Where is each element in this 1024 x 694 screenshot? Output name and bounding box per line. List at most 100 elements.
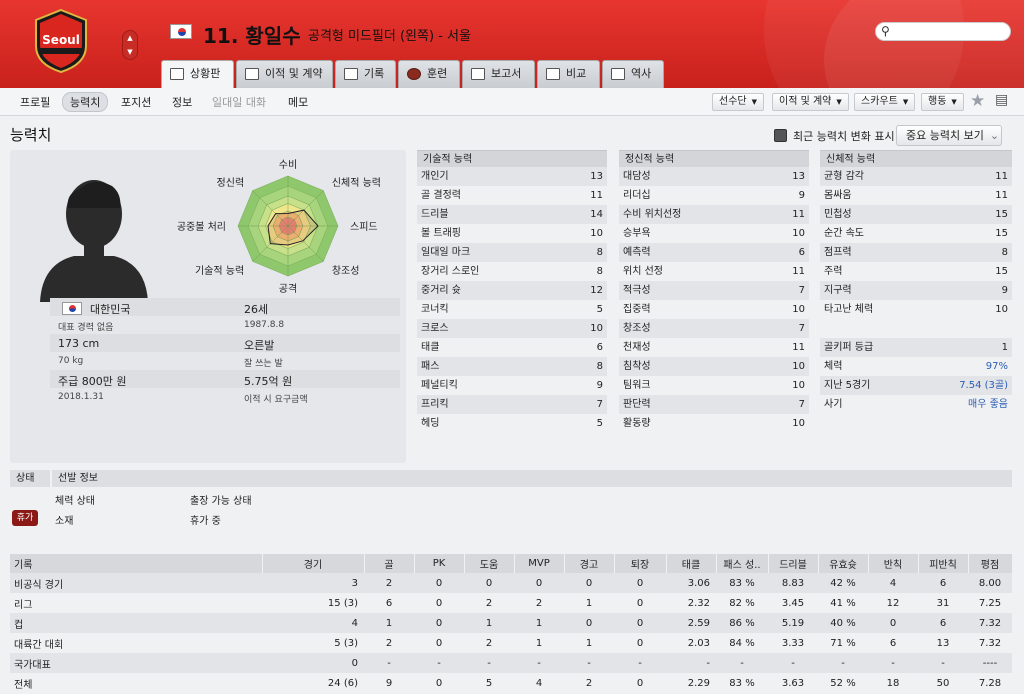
action-dropdown[interactable]: 행동 [921, 93, 964, 111]
stats-column-header[interactable]: 태클 [666, 554, 717, 573]
mental-attr-row[interactable]: 집중력 10 [619, 300, 809, 319]
star-icon[interactable]: ★ [970, 91, 985, 111]
subnav-attributes[interactable]: 능력치 [62, 92, 109, 112]
condition-info-row[interactable]: 지난 5경기 7.54 (3골) [820, 376, 1012, 395]
attribute-name: 리더십 [623, 190, 651, 201]
mental-attr-row[interactable]: 위치 선정 11 [619, 262, 809, 281]
condition-info-row[interactable]: 골키퍼 등급 1 [820, 338, 1012, 357]
search-input[interactable]: ⚲ [875, 22, 1011, 41]
technical-attr-row[interactable]: 헤딩 5 [417, 414, 607, 433]
technical-attr-row[interactable]: 볼 트래핑 10 [417, 224, 607, 243]
attribute-name: 주력 [824, 266, 843, 277]
technical-attr-row[interactable]: 프리킥 7 [417, 395, 607, 414]
mental-attr-row[interactable]: 침착성 10 [619, 357, 809, 376]
subnav-profile[interactable]: 프로필 [20, 94, 50, 110]
physical-attr-row[interactable]: 지구력 9 [820, 281, 1012, 300]
physical-attr-row[interactable]: 균형 감각 11 [820, 167, 1012, 186]
technical-attr-row[interactable]: 개인기 13 [417, 167, 607, 186]
stats-column-header[interactable]: 피반칙 [918, 554, 969, 573]
tab-training[interactable]: 훈련 [398, 60, 460, 88]
physical-attr-row[interactable]: 민첩성 15 [820, 205, 1012, 224]
stats-column-header[interactable]: 유효슛 [818, 554, 869, 573]
prev-player-icon[interactable]: ▲ [123, 31, 137, 45]
technical-attr-row[interactable]: 페널티킥 9 [417, 376, 607, 395]
table-row[interactable]: 비공식 경기 3 2 0 0 0 0 0 3.06 83 % 8.83 42 % 4 6 8.00 [10, 573, 1012, 593]
technical-attr-row[interactable]: 패스 8 [417, 357, 607, 376]
stats-column-header[interactable]: 기록 [10, 554, 263, 573]
key-attributes-button[interactable]: 중요 능력치 보기 [896, 125, 1002, 146]
stat-cell: 83 % [729, 677, 755, 689]
mental-attr-row[interactable]: 적극성 7 [619, 281, 809, 300]
technical-attr-row[interactable]: 크로스 10 [417, 319, 607, 338]
table-row[interactable]: 리그 15 (3) 6 0 2 2 1 0 2.32 82 % 3.45 41 % 12 31 7.25 [10, 593, 1012, 613]
tab-records[interactable]: 기록 [335, 60, 396, 88]
stats-column-header[interactable]: 평점 [968, 554, 1013, 573]
transfer-dropdown[interactable]: 이적 및 계약 [772, 93, 849, 111]
subnav-one-on-one[interactable]: 일대일 대화 [212, 94, 266, 110]
nationality[interactable]: 대한민국 [90, 301, 130, 317]
subnav-info[interactable]: 정보 [172, 94, 192, 110]
technical-attr-row[interactable]: 일대일 마크 8 [417, 243, 607, 262]
player-nav-arrows[interactable]: ▲ ▼ [122, 30, 138, 60]
technical-attr-row[interactable]: 중거리 슛 12 [417, 281, 607, 300]
technical-attr-row[interactable]: 골 결정력 11 [417, 186, 607, 205]
stat-cell: 12 [886, 597, 900, 609]
squad-dropdown[interactable]: 선수단 [712, 93, 764, 111]
height: 173 cm [58, 337, 100, 350]
subnav-positions[interactable]: 포지션 [121, 94, 151, 110]
condition-info-row[interactable]: 체력 97% [820, 357, 1012, 376]
physical-attr-row[interactable]: 몸싸움 11 [820, 186, 1012, 205]
club-crest-logo[interactable]: Seoul [30, 8, 92, 74]
attribute-value: 11 [792, 266, 805, 277]
stat-cell: 1 [535, 637, 543, 649]
stat-cell: 52 % [830, 677, 856, 689]
stats-column-header[interactable]: 패스 성.. [716, 554, 769, 573]
next-player-icon[interactable]: ▼ [123, 45, 137, 59]
stats-column-header[interactable]: MVP [514, 554, 565, 573]
physical-attr-row[interactable]: 점프력 8 [820, 243, 1012, 262]
stats-column-header[interactable]: 골 [364, 554, 415, 573]
subnav-notes[interactable]: 메모 [288, 94, 308, 110]
tab-reports[interactable]: 보고서 [462, 60, 535, 88]
tab-history[interactable]: 역사 [602, 60, 664, 88]
physical-attr-row[interactable]: 주력 15 [820, 262, 1012, 281]
mental-attr-row[interactable]: 팀워크 10 [619, 376, 809, 395]
stats-column-header[interactable]: 도움 [464, 554, 515, 573]
stats-column-header[interactable]: 경기 [262, 554, 365, 573]
stats-column-header[interactable]: PK [414, 554, 465, 573]
mental-attr-row[interactable]: 판단력 7 [619, 395, 809, 414]
status-badge[interactable]: 휴가 [12, 510, 38, 526]
training-icon [407, 68, 421, 80]
table-row[interactable]: 국가대표 0- - - - - - - - - - - - ---- [10, 653, 1012, 673]
condition-info-row[interactable]: 사기 매우 좋음 [820, 395, 1012, 414]
physical-attr-row[interactable]: 순간 속도 15 [820, 224, 1012, 243]
mental-attr-row[interactable]: 천재성 11 [619, 338, 809, 357]
scout-dropdown[interactable]: 스카우트 [854, 93, 916, 111]
table-row[interactable]: 컵 4 1 0 1 1 0 0 2.59 86 % 5.19 40 % 0 6 7.32 [10, 613, 1012, 633]
table-row[interactable]: 전체 24 (6) 9 0 5 4 2 0 2.29 83 % 3.63 52 % 18 50 7.28 [10, 673, 1012, 693]
technical-attr-row[interactable]: 태클 6 [417, 338, 607, 357]
stat-cell: 1 [585, 597, 593, 609]
technical-attr-row[interactable]: 코너킥 5 [417, 300, 607, 319]
mental-attr-row[interactable]: 수비 위치선정 11 [619, 205, 809, 224]
mental-attr-row[interactable]: 승부욕 10 [619, 224, 809, 243]
mental-attr-row[interactable]: 활동량 10 [619, 414, 809, 433]
tab-transfer-contract[interactable]: 이적 및 계약 [236, 60, 333, 88]
stats-column-header[interactable]: 경고 [564, 554, 615, 573]
technical-attr-row[interactable]: 드리블 14 [417, 205, 607, 224]
technical-attr-row[interactable]: 장거리 스로인 8 [417, 262, 607, 281]
mental-attr-row[interactable]: 리더십 9 [619, 186, 809, 205]
tab-compare[interactable]: 비교 [537, 60, 600, 88]
stats-column-header[interactable]: 드리블 [768, 554, 819, 573]
physical-attributes: 신체적 능력 균형 감각 11 몸싸움 11 민첩성 15 순간 속도 15 점프력 8 주력 15 지… [820, 150, 1012, 414]
stats-column-header[interactable]: 퇴장 [614, 554, 667, 573]
mental-attr-row[interactable]: 대담성 13 [619, 167, 809, 186]
physical-attr-row[interactable]: 타고난 체력 10 [820, 300, 1012, 319]
stats-column-header[interactable]: 반칙 [868, 554, 919, 573]
mental-attr-row[interactable]: 예측력 6 [619, 243, 809, 262]
history-checkbox[interactable] [774, 129, 787, 142]
notes-icon[interactable]: ▤ [995, 92, 1008, 108]
table-row[interactable]: 대륙간 대회 5 (3) 2 0 2 1 1 0 2.03 84 % 3.33 71 % 6 13 7.32 [10, 633, 1012, 653]
mental-attr-row[interactable]: 창조성 7 [619, 319, 809, 338]
tab-overview[interactable]: 상황판 [161, 60, 234, 88]
